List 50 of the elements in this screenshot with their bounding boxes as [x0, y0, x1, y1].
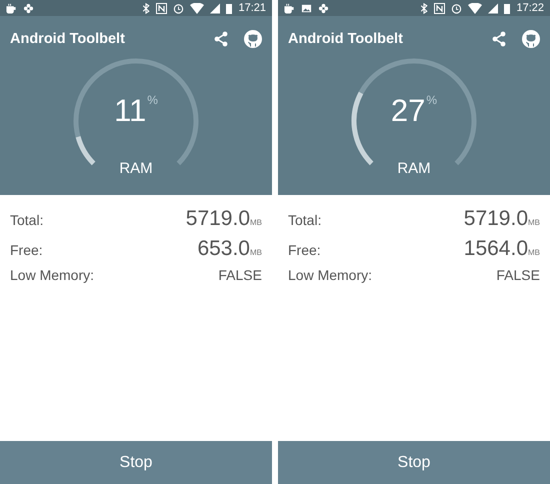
- stat-label: Total:: [288, 212, 322, 228]
- stat-value: 5719.0: [186, 207, 250, 231]
- stat-unit: MB: [250, 248, 262, 257]
- stat-label: Free:: [288, 242, 321, 258]
- stat-value: FALSE: [218, 267, 262, 283]
- stat-value: FALSE: [496, 267, 540, 283]
- signal-icon: [210, 2, 220, 14]
- gauge-label: RAM: [119, 160, 153, 177]
- stat-label: Low Memory:: [10, 267, 94, 283]
- alarm-icon: [451, 2, 462, 14]
- stop-button[interactable]: Stop: [0, 441, 272, 484]
- signal-icon: [488, 2, 498, 14]
- gauge-value: 27: [390, 93, 426, 129]
- battery-icon: [504, 2, 510, 14]
- percent-sign: %: [147, 93, 158, 107]
- flower-icon: [318, 2, 329, 14]
- app-title: Android Toolbelt: [288, 31, 404, 47]
- stat-unit: MB: [528, 248, 540, 257]
- app-title: Android Toolbelt: [10, 31, 126, 47]
- bluetooth-icon: [142, 2, 150, 14]
- bluetooth-icon: [420, 2, 428, 14]
- stat-unit: MB: [528, 218, 540, 227]
- stat-value: 653.0: [197, 237, 250, 261]
- gauge-label: RAM: [397, 160, 431, 177]
- flower-icon: [23, 2, 34, 14]
- gauge-value: 11: [114, 93, 146, 129]
- cup-icon: [284, 2, 295, 14]
- stop-button[interactable]: Stop: [278, 441, 550, 484]
- image-icon: [301, 2, 312, 14]
- alarm-icon: [173, 2, 184, 14]
- stat-unit: MB: [250, 218, 262, 227]
- stat-label: Low Memory:: [288, 267, 372, 283]
- nfc-icon: [156, 2, 168, 14]
- stat-label: Free:: [10, 242, 43, 258]
- gauge-fill: [76, 136, 96, 166]
- stat-value: 1564.0: [464, 237, 528, 261]
- stat-label: Total:: [10, 212, 44, 228]
- wifi-icon: [190, 2, 204, 14]
- stat-value: 5719.0: [464, 207, 528, 231]
- percent-sign: %: [426, 93, 438, 107]
- share-icon[interactable]: [212, 30, 230, 48]
- share-icon[interactable]: [490, 30, 508, 48]
- status-time: 17:21: [238, 2, 266, 14]
- octocat-icon[interactable]: [522, 30, 540, 48]
- status-time: 17:22: [516, 2, 544, 14]
- octocat-icon[interactable]: [244, 30, 262, 48]
- battery-icon: [226, 2, 232, 14]
- wifi-icon: [468, 2, 482, 14]
- cup-icon: [6, 2, 17, 14]
- nfc-icon: [434, 2, 446, 14]
